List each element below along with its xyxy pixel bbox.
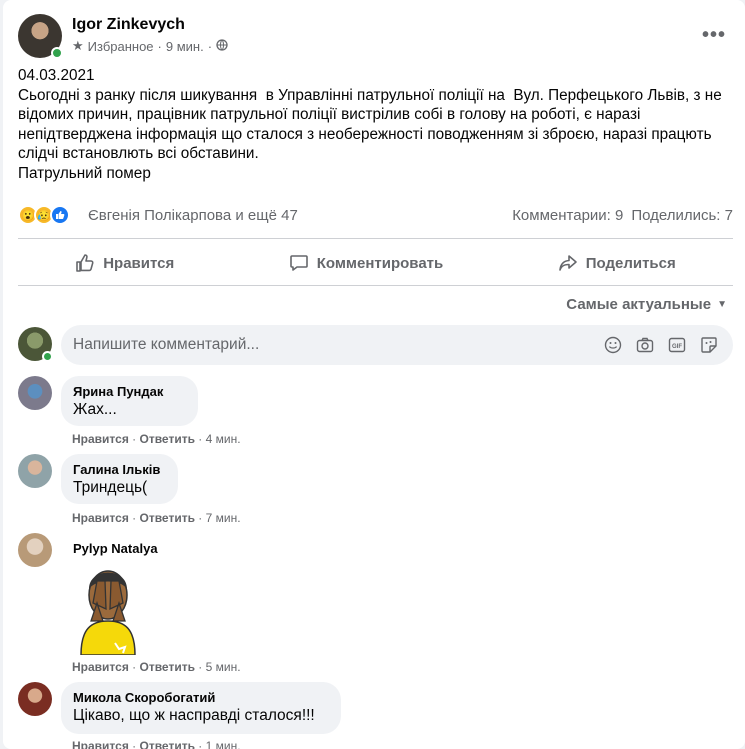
comment-bubble: Ярина Пундак Жах...	[61, 376, 198, 426]
commenter-name[interactable]: Pylyp Natalya	[73, 541, 158, 556]
commenter-name[interactable]: Ярина Пундак	[73, 384, 186, 400]
comment-composer: Напишите комментарий... GIF	[18, 325, 733, 365]
post-body: 04.03.2021 Сьогодні з ранку після шикува…	[18, 66, 733, 183]
post-meta: ★ Избранное · 9 мин. ·	[72, 38, 228, 54]
divider	[18, 238, 733, 239]
shares-count[interactable]: Поделились: 7	[631, 207, 733, 224]
like-label: Нравится	[103, 254, 175, 272]
composer-icons: GIF	[603, 335, 719, 355]
online-status-dot	[51, 47, 63, 59]
reaction-names[interactable]: Євгенія Полікарпова и ещё 47	[88, 207, 298, 224]
thumbs-up-icon	[76, 254, 94, 272]
sort-dropdown[interactable]: Самые актуальные ▼	[566, 296, 727, 313]
post-card: Igor Zinkevych ★ Избранное · 9 мин. · ••…	[3, 0, 745, 749]
comment-text: Триндець(	[73, 479, 148, 496]
comment-item: Ярина Пундак Жах... Нравится · Ответить …	[18, 376, 733, 446]
camera-icon[interactable]	[635, 335, 655, 355]
divider	[18, 285, 733, 286]
comment-like-link[interactable]: Нравится	[72, 511, 129, 525]
comment-time[interactable]: 1 мин.	[206, 739, 241, 749]
comment-actions: Нравится · Ответить · 5 мин.	[72, 660, 241, 674]
commenter-name[interactable]: Микола Скоробогатий	[73, 690, 329, 706]
comment-reply-link[interactable]: Ответить	[140, 660, 195, 674]
caret-down-icon: ▼	[717, 299, 727, 310]
like-button[interactable]: Нравится	[75, 253, 174, 273]
comment-icon	[289, 255, 308, 271]
share-button[interactable]: Поделиться	[558, 253, 676, 273]
engagement-counts: Комментарии: 9 Поделились: 7	[512, 207, 733, 224]
comment-reply-link[interactable]: Ответить	[140, 739, 195, 749]
comment-label: Комментировать	[316, 254, 444, 272]
gif-icon[interactable]: GIF	[667, 335, 687, 355]
globe-icon	[216, 38, 228, 54]
sticker-image[interactable]	[73, 559, 143, 655]
reactions-bar: 😮 😥 Євгенія Полікарпова и ещё 47 Коммент…	[18, 205, 733, 227]
comment-like-link[interactable]: Нравится	[72, 432, 129, 446]
comment-actions: Нравится · Ответить · 7 мин.	[72, 511, 241, 525]
comment-time[interactable]: 5 мин.	[206, 660, 241, 674]
post-actions: Нравится Комментировать Поделиться	[18, 244, 733, 282]
like-reaction-icon	[50, 205, 70, 225]
post-header: Igor Zinkevych ★ Избранное · 9 мин. · ••…	[18, 14, 730, 60]
commenter-avatar[interactable]	[18, 376, 52, 410]
comment-text: Жах...	[73, 401, 117, 418]
comment-reply-link[interactable]: Ответить	[140, 432, 195, 446]
emoji-icon[interactable]	[603, 335, 623, 355]
comment-like-link[interactable]: Нравится	[72, 660, 129, 674]
comment-actions: Нравится · Ответить · 1 мин.	[72, 739, 241, 749]
online-status-dot	[42, 351, 53, 362]
comment-reply-link[interactable]: Ответить	[140, 511, 195, 525]
share-icon	[558, 255, 577, 271]
sticker-icon[interactable]	[699, 335, 719, 355]
comment-time[interactable]: 7 мин.	[206, 511, 241, 525]
comment-bubble: Галина Ільків Триндець(	[61, 454, 178, 504]
comment-like-link[interactable]: Нравится	[72, 739, 129, 749]
post-date-line: 04.03.2021	[18, 67, 95, 84]
meta-category[interactable]: Избранное	[88, 39, 154, 54]
commenter-name[interactable]: Галина Ільків	[73, 462, 166, 478]
post-closing-line: Патрульний помер	[18, 164, 151, 182]
comment-item: Микола Скоробогатий Цікаво, що ж насправ…	[18, 682, 733, 749]
svg-text:GIF: GIF	[672, 344, 682, 350]
author-name[interactable]: Igor Zinkevych	[72, 16, 185, 34]
comment-button[interactable]: Комментировать	[289, 253, 444, 273]
meta-separator: ·	[157, 38, 162, 54]
commenter-avatar[interactable]	[18, 533, 52, 567]
comment-text: Цікаво, що ж насправді сталося!!!	[73, 707, 315, 724]
meta-separator: ·	[207, 38, 213, 54]
reaction-icons[interactable]: 😮 😥	[18, 205, 70, 225]
comments-count[interactable]: Комментарии: 9	[512, 207, 623, 224]
meta-time[interactable]: 9 мин.	[166, 39, 204, 54]
share-label: Поделиться	[585, 254, 676, 272]
comment-bubble: Микола Скоробогатий Цікаво, що ж насправ…	[61, 682, 341, 734]
commenter-avatar[interactable]	[18, 682, 52, 716]
star-icon: ★	[72, 38, 84, 53]
commenter-avatar[interactable]	[18, 454, 52, 488]
comment-item: Pylyp Natalya Нравится · Ответить · 5 ми…	[18, 533, 733, 675]
post-paragraph: Сьогодні з ранку після шикування в Управ…	[18, 86, 727, 163]
comment-item: Галина Ільків Триндець( Нравится · Ответ…	[18, 454, 733, 525]
comment-actions: Нравится · Ответить · 4 мин.	[72, 432, 241, 446]
more-options-icon[interactable]: •••	[702, 24, 726, 47]
sort-label: Самые актуальные	[566, 296, 712, 313]
comment-time[interactable]: 4 мин.	[206, 432, 241, 446]
